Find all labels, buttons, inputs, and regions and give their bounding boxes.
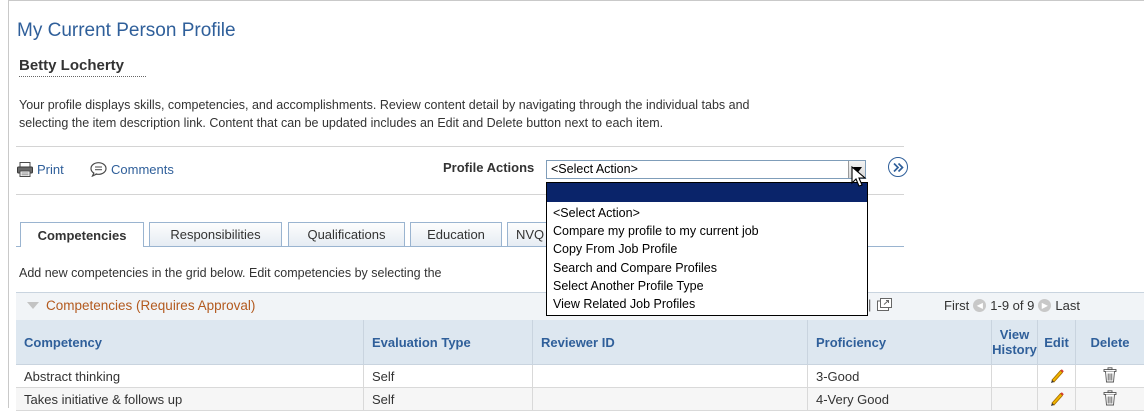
column-header-proficiency[interactable]: Proficiency	[808, 320, 992, 365]
print-link[interactable]: Print	[17, 162, 64, 177]
reviewer-id-cell	[533, 365, 808, 388]
column-header-reviewer-id[interactable]: Reviewer ID	[533, 320, 808, 365]
comments-label: Comments	[111, 162, 174, 177]
column-header-delete: Delete	[1076, 320, 1144, 365]
view-history-line-2: History	[992, 342, 1037, 357]
tab-responsibilities[interactable]: Responsibilities	[149, 222, 282, 246]
dropdown-option-compare-current-job[interactable]: Compare my profile to my current job	[553, 222, 759, 240]
table-row: Takes initiative & follows up Self 4-Ver…	[16, 388, 1144, 411]
printer-icon	[17, 162, 33, 177]
trash-icon[interactable]	[1103, 367, 1117, 383]
proficiency-cell: 3-Good	[808, 365, 992, 388]
dropdown-option-search-compare-profiles[interactable]: Search and Compare Profiles	[553, 259, 717, 277]
collapse-triangle-icon	[27, 302, 39, 309]
reviewer-id-cell	[533, 388, 808, 411]
grid-toolbar: |	[868, 297, 892, 312]
intro-text: Your profile displays skills, competenci…	[19, 96, 919, 132]
table-row: Abstract thinking Self 3-Good	[16, 365, 1144, 388]
view-history-cell	[992, 365, 1038, 388]
delete-cell	[1076, 388, 1144, 411]
profile-actions-label: Profile Actions	[443, 160, 534, 175]
intro-line-2: selecting the item description link. Con…	[19, 114, 919, 132]
grid-note: Add new competencies in the grid below. …	[19, 266, 441, 280]
go-button[interactable]	[888, 157, 908, 177]
profile-actions-select-value: <Select Action>	[551, 162, 638, 176]
pencil-icon[interactable]	[1049, 367, 1065, 383]
trash-icon[interactable]	[1103, 390, 1117, 406]
column-header-view-history: View History	[992, 320, 1038, 365]
page-title: My Current Person Profile	[17, 20, 236, 42]
proficiency-cell: 4-Very Good	[808, 388, 992, 411]
pager-first[interactable]: First	[944, 298, 969, 313]
dropdown-option-copy-from-job-profile[interactable]: Copy From Job Profile	[553, 240, 677, 258]
evaluation-type-cell: Self	[364, 388, 533, 411]
frame-left-border	[8, 0, 9, 408]
grid-pager: First ◀ 1-9 of 9 ▶ Last	[944, 298, 1080, 313]
intro-line-1: Your profile displays skills, competenci…	[19, 96, 919, 114]
grid-title[interactable]: Competencies (Requires Approval)	[27, 298, 255, 313]
tab-qualifications[interactable]: Qualifications	[288, 222, 405, 246]
tab-education[interactable]: Education	[410, 222, 502, 246]
comments-link[interactable]: Comments	[90, 162, 174, 177]
divider	[16, 146, 904, 147]
grid-separator: |	[868, 297, 871, 312]
table-header-row: Competency Evaluation Type Reviewer ID P…	[16, 320, 1144, 365]
dropdown-highlighted-option[interactable]	[547, 183, 867, 202]
grid-title-label: Competencies (Requires Approval)	[46, 298, 255, 313]
mouse-cursor-icon	[851, 166, 867, 188]
view-history-cell	[992, 388, 1038, 411]
frame-top-border	[8, 0, 1144, 1]
person-name-underline	[19, 76, 146, 77]
previous-arrow-icon[interactable]: ◀	[973, 299, 986, 312]
pager-last[interactable]: Last	[1055, 298, 1080, 313]
column-header-edit: Edit	[1038, 320, 1076, 365]
competency-link[interactable]: Takes initiative & follows up	[16, 388, 364, 411]
next-arrow-icon[interactable]: ▶	[1038, 299, 1051, 312]
profile-actions-dropdown-list: <Select Action> Compare my profile to my…	[546, 182, 868, 316]
print-label: Print	[37, 162, 64, 177]
competencies-table: Competency Evaluation Type Reviewer ID P…	[16, 320, 1144, 411]
evaluation-type-cell: Self	[364, 365, 533, 388]
column-header-competency[interactable]: Competency	[16, 320, 364, 365]
column-header-evaluation-type[interactable]: Evaluation Type	[364, 320, 533, 365]
edit-cell	[1038, 365, 1076, 388]
dropdown-option-select-another-profile-type[interactable]: Select Another Profile Type	[553, 277, 704, 295]
speech-bubble-icon	[90, 162, 107, 177]
double-chevron-right-icon	[893, 163, 904, 172]
dropdown-option-select-action[interactable]: <Select Action>	[553, 204, 640, 222]
tab-competencies[interactable]: Competencies	[20, 222, 144, 247]
dropdown-option-view-related-job-profiles[interactable]: View Related Job Profiles	[553, 295, 695, 313]
person-name: Betty Locherty	[19, 57, 124, 74]
competency-link[interactable]: Abstract thinking	[16, 365, 364, 388]
pencil-icon[interactable]	[1049, 390, 1065, 406]
pager-range: 1-9 of 9	[990, 298, 1034, 313]
new-window-icon[interactable]	[877, 298, 892, 311]
view-history-line-1: View	[992, 327, 1037, 342]
edit-cell	[1038, 388, 1076, 411]
delete-cell	[1076, 365, 1144, 388]
